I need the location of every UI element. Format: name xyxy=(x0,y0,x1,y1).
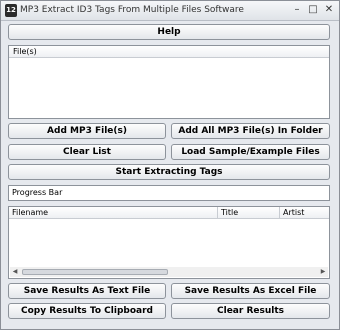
save-text-file-button[interactable]: Save Results As Text File xyxy=(8,283,166,299)
horizontal-scrollbar[interactable]: ◀ ▶ xyxy=(10,267,328,277)
maximize-icon[interactable]: □ xyxy=(307,4,319,16)
load-sample-button[interactable]: Load Sample/Example Files xyxy=(171,144,330,160)
column-title[interactable]: Title xyxy=(217,207,279,219)
save-excel-file-button[interactable]: Save Results As Excel File xyxy=(171,283,330,299)
add-mp3-files-button[interactable]: Add MP3 File(s) xyxy=(8,123,166,139)
app-icon: 12 xyxy=(5,4,17,17)
files-list[interactable]: File(s) xyxy=(8,45,330,119)
results-table-header: Filename Title Artist xyxy=(9,207,329,219)
scrollbar-thumb[interactable] xyxy=(22,269,168,275)
app-window: 12 MP3 Extract ID3 Tags From Multiple Fi… xyxy=(0,0,340,330)
help-button[interactable]: Help xyxy=(8,24,330,40)
add-all-in-folder-button[interactable]: Add All MP3 File(s) In Folder xyxy=(171,123,330,139)
start-extracting-button[interactable]: Start Extracting Tags xyxy=(8,164,330,180)
minimize-icon[interactable]: – xyxy=(291,4,303,16)
progress-bar: Progress Bar xyxy=(8,185,330,201)
clear-list-button[interactable]: Clear List xyxy=(8,144,166,160)
column-artist[interactable]: Artist xyxy=(279,207,329,219)
close-icon[interactable]: ✕ xyxy=(323,4,335,16)
files-list-header: File(s) xyxy=(9,46,329,58)
clear-results-button[interactable]: Clear Results xyxy=(171,303,330,319)
scroll-left-icon[interactable]: ◀ xyxy=(10,267,20,277)
copy-clipboard-button[interactable]: Copy Results To Clipboard xyxy=(8,303,166,319)
results-table[interactable]: Filename Title Artist ◀ ▶ xyxy=(8,206,330,279)
title-bar[interactable]: 12 MP3 Extract ID3 Tags From Multiple Fi… xyxy=(1,1,339,21)
scroll-right-icon[interactable]: ▶ xyxy=(318,267,328,277)
window-title: MP3 Extract ID3 Tags From Multiple Files… xyxy=(20,5,244,15)
column-filename[interactable]: Filename xyxy=(9,207,217,219)
